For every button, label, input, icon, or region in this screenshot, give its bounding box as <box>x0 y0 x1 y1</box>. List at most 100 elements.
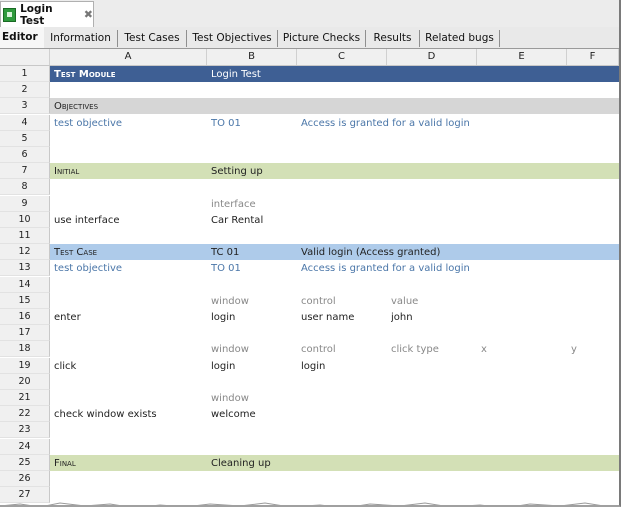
cell-a[interactable]: Objectives <box>54 98 211 114</box>
row-number[interactable]: 24 <box>0 438 50 455</box>
cell-b[interactable]: window <box>211 341 301 357</box>
cell-a[interactable]: test objective <box>54 260 211 276</box>
row-number[interactable]: 14 <box>0 276 50 293</box>
table-row[interactable]: 8 <box>0 179 619 196</box>
row-number[interactable]: 19 <box>0 357 50 374</box>
cell-b[interactable]: Car Rental <box>211 212 301 228</box>
column-header-e[interactable]: E <box>477 49 567 65</box>
column-header-b[interactable]: B <box>207 49 297 65</box>
table-row[interactable]: 2 <box>0 82 619 99</box>
table-row[interactable]: 4 test objective TO 01 Access is granted fo… <box>0 114 619 131</box>
table-row[interactable]: 5 <box>0 130 619 147</box>
cell-a[interactable]: Test Case <box>54 244 211 260</box>
row-number[interactable]: 3 <box>0 98 50 115</box>
cell-b[interactable]: login <box>211 309 301 325</box>
cell-d[interactable]: value <box>391 293 481 309</box>
row-number[interactable]: 2 <box>0 82 50 99</box>
cell-b[interactable]: TC 01 <box>211 244 301 260</box>
column-header-c[interactable]: C <box>297 49 387 65</box>
row-number[interactable]: 21 <box>0 390 50 406</box>
cell-a[interactable]: use interface <box>54 212 211 228</box>
table-row[interactable]: 23 <box>0 422 619 439</box>
cell-d[interactable]: john <box>391 309 481 325</box>
row-number[interactable]: 26 <box>0 471 50 487</box>
subtab-related-bugs[interactable]: Related bugs <box>420 30 500 47</box>
cell-b[interactable]: welcome <box>211 406 301 422</box>
subtab-information[interactable]: Information <box>44 30 118 47</box>
row-number[interactable]: 4 <box>0 114 50 131</box>
table-row[interactable]: 18 window control click type x y <box>0 341 619 358</box>
subtab-test-cases[interactable]: Test Cases <box>118 30 187 47</box>
row-number[interactable]: 20 <box>0 373 50 390</box>
row-number[interactable]: 1 <box>0 66 50 82</box>
subtab-picture-checks[interactable]: Picture Checks <box>278 30 366 47</box>
subtab-results[interactable]: Results <box>366 30 420 47</box>
cell-c[interactable]: Valid login (Access granted) <box>301 244 561 260</box>
cell-a[interactable]: Test Module <box>54 66 211 82</box>
row-number[interactable]: 10 <box>0 211 50 228</box>
table-row[interactable]: 15 window control value <box>0 292 619 309</box>
cell-b[interactable]: window <box>211 390 301 406</box>
cell-a[interactable]: Initial <box>54 163 211 179</box>
table-row[interactable]: 21 window <box>0 390 619 406</box>
cell-a[interactable]: enter <box>54 309 211 325</box>
row-number[interactable]: 17 <box>0 325 50 342</box>
table-row[interactable]: 14 <box>0 276 619 293</box>
cell-e[interactable]: x <box>481 341 571 357</box>
row-number[interactable]: 22 <box>0 406 50 423</box>
cell-d[interactable]: click type <box>391 341 481 357</box>
row-number[interactable]: 9 <box>0 195 50 212</box>
cell-b[interactable]: Login Test <box>211 66 301 82</box>
row-number[interactable]: 6 <box>0 147 50 163</box>
row-number[interactable]: 15 <box>0 292 50 309</box>
row-number[interactable]: 5 <box>0 130 50 147</box>
table-row[interactable]: 10 use interface Car Rental <box>0 211 619 228</box>
cell-f[interactable]: y <box>571 341 619 357</box>
table-row[interactable]: 20 <box>0 373 619 390</box>
cell-c[interactable]: Access is granted for a valid login <box>301 115 561 131</box>
cell-c[interactable]: Access is granted for a valid login <box>301 260 561 276</box>
column-header-f[interactable]: F <box>567 49 619 65</box>
table-row[interactable]: 12 Test Case TC 01 Valid login (Access gran… <box>0 244 619 261</box>
close-icon[interactable]: ✖ <box>84 8 93 21</box>
document-tab-login-test[interactable]: Login Test ✖ <box>0 1 94 27</box>
select-all-corner[interactable] <box>0 49 50 65</box>
column-header-d[interactable]: D <box>387 49 477 65</box>
cell-a[interactable]: Final <box>54 455 211 471</box>
row-number[interactable]: 16 <box>0 309 50 325</box>
cell-a[interactable]: check window exists <box>54 406 211 422</box>
row-number[interactable]: 13 <box>0 260 50 277</box>
subtab-test-objectives[interactable]: Test Objectives <box>187 30 278 47</box>
table-row[interactable]: 25 Final Cleaning up <box>0 454 619 471</box>
column-header-a[interactable]: A <box>50 49 207 65</box>
row-number[interactable]: 23 <box>0 422 50 439</box>
row-number[interactable]: 12 <box>0 244 50 261</box>
cell-b[interactable]: TO 01 <box>211 260 301 276</box>
table-row[interactable]: 13 test objective TO 01 Access is granted f… <box>0 260 619 277</box>
row-number[interactable]: 18 <box>0 341 50 358</box>
table-row[interactable]: 19 click login login <box>0 357 619 374</box>
table-row[interactable]: 3 Objectives <box>0 98 619 115</box>
row-number[interactable]: 11 <box>0 228 50 244</box>
table-row[interactable]: 11 <box>0 228 619 244</box>
row-number[interactable]: 8 <box>0 179 50 196</box>
cell-a[interactable]: click <box>54 358 211 374</box>
table-row[interactable]: 1 Test Module Login Test <box>0 66 619 82</box>
cell-b[interactable]: Setting up <box>211 163 301 179</box>
cell-b[interactable]: window <box>211 293 301 309</box>
cell-b[interactable]: login <box>211 358 301 374</box>
table-row[interactable]: 22 check window exists welcome <box>0 406 619 423</box>
table-row[interactable]: 6 <box>0 147 619 163</box>
table-row[interactable]: 16 enter login user name john <box>0 309 619 325</box>
row-number[interactable]: 25 <box>0 454 50 471</box>
table-row[interactable]: 7 Initial Setting up <box>0 163 619 180</box>
table-row[interactable]: 26 <box>0 471 619 487</box>
cell-b[interactable]: interface <box>211 196 301 212</box>
row-number[interactable]: 7 <box>0 163 50 180</box>
cell-c[interactable]: login <box>301 358 561 374</box>
table-row[interactable]: 9 interface <box>0 195 619 212</box>
subtab-editor[interactable]: Editor <box>0 27 44 48</box>
cell-a[interactable]: test objective <box>54 115 211 131</box>
table-row[interactable]: 24 <box>0 438 619 455</box>
cell-b[interactable]: TO 01 <box>211 115 301 131</box>
